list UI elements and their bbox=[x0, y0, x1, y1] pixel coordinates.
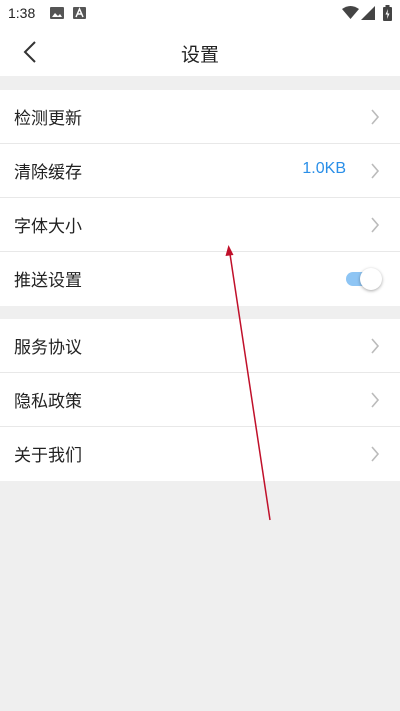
page-title: 设置 bbox=[180, 44, 219, 66]
text-a-icon bbox=[73, 7, 86, 19]
chevron-right-icon bbox=[371, 163, 380, 179]
setting-about-us[interactable]: 关于我们 bbox=[0, 427, 400, 481]
setting-label: 字体大小 bbox=[14, 217, 82, 237]
signal-icon bbox=[361, 6, 375, 20]
status-time: 1:38 bbox=[8, 5, 36, 21]
app-header: 设置 bbox=[0, 28, 400, 76]
battery-charging-icon bbox=[383, 5, 392, 21]
setting-label: 服务协议 bbox=[14, 338, 82, 358]
push-toggle[interactable] bbox=[346, 267, 382, 291]
settings-group-1: 检测更新 清除缓存 1.0KB 字体大小 推送设置 bbox=[0, 90, 400, 306]
chevron-right-icon bbox=[371, 392, 380, 408]
chevron-right-icon bbox=[371, 217, 380, 233]
setting-service-agreement[interactable]: 服务协议 bbox=[0, 319, 400, 373]
setting-label: 推送设置 bbox=[14, 271, 82, 291]
setting-label: 隐私政策 bbox=[14, 392, 82, 412]
status-bar: 1:38 bbox=[0, 0, 400, 28]
chevron-right-icon bbox=[371, 338, 380, 354]
setting-label: 检测更新 bbox=[14, 109, 82, 129]
setting-privacy-policy[interactable]: 隐私政策 bbox=[0, 373, 400, 427]
cache-size-value: 1.0KB bbox=[302, 160, 346, 177]
setting-clear-cache[interactable]: 清除缓存 1.0KB bbox=[0, 144, 400, 198]
image-icon bbox=[50, 7, 64, 19]
setting-push-notifications: 推送设置 bbox=[0, 252, 400, 306]
chevron-right-icon bbox=[371, 109, 380, 125]
settings-group-2: 服务协议 隐私政策 关于我们 bbox=[0, 319, 400, 481]
setting-label: 清除缓存 bbox=[14, 163, 82, 183]
wifi-icon bbox=[342, 6, 359, 19]
setting-label: 关于我们 bbox=[14, 446, 82, 466]
setting-font-size[interactable]: 字体大小 bbox=[0, 198, 400, 252]
setting-check-update[interactable]: 检测更新 bbox=[0, 90, 400, 144]
toggle-thumb bbox=[360, 268, 382, 290]
chevron-right-icon bbox=[371, 446, 380, 462]
